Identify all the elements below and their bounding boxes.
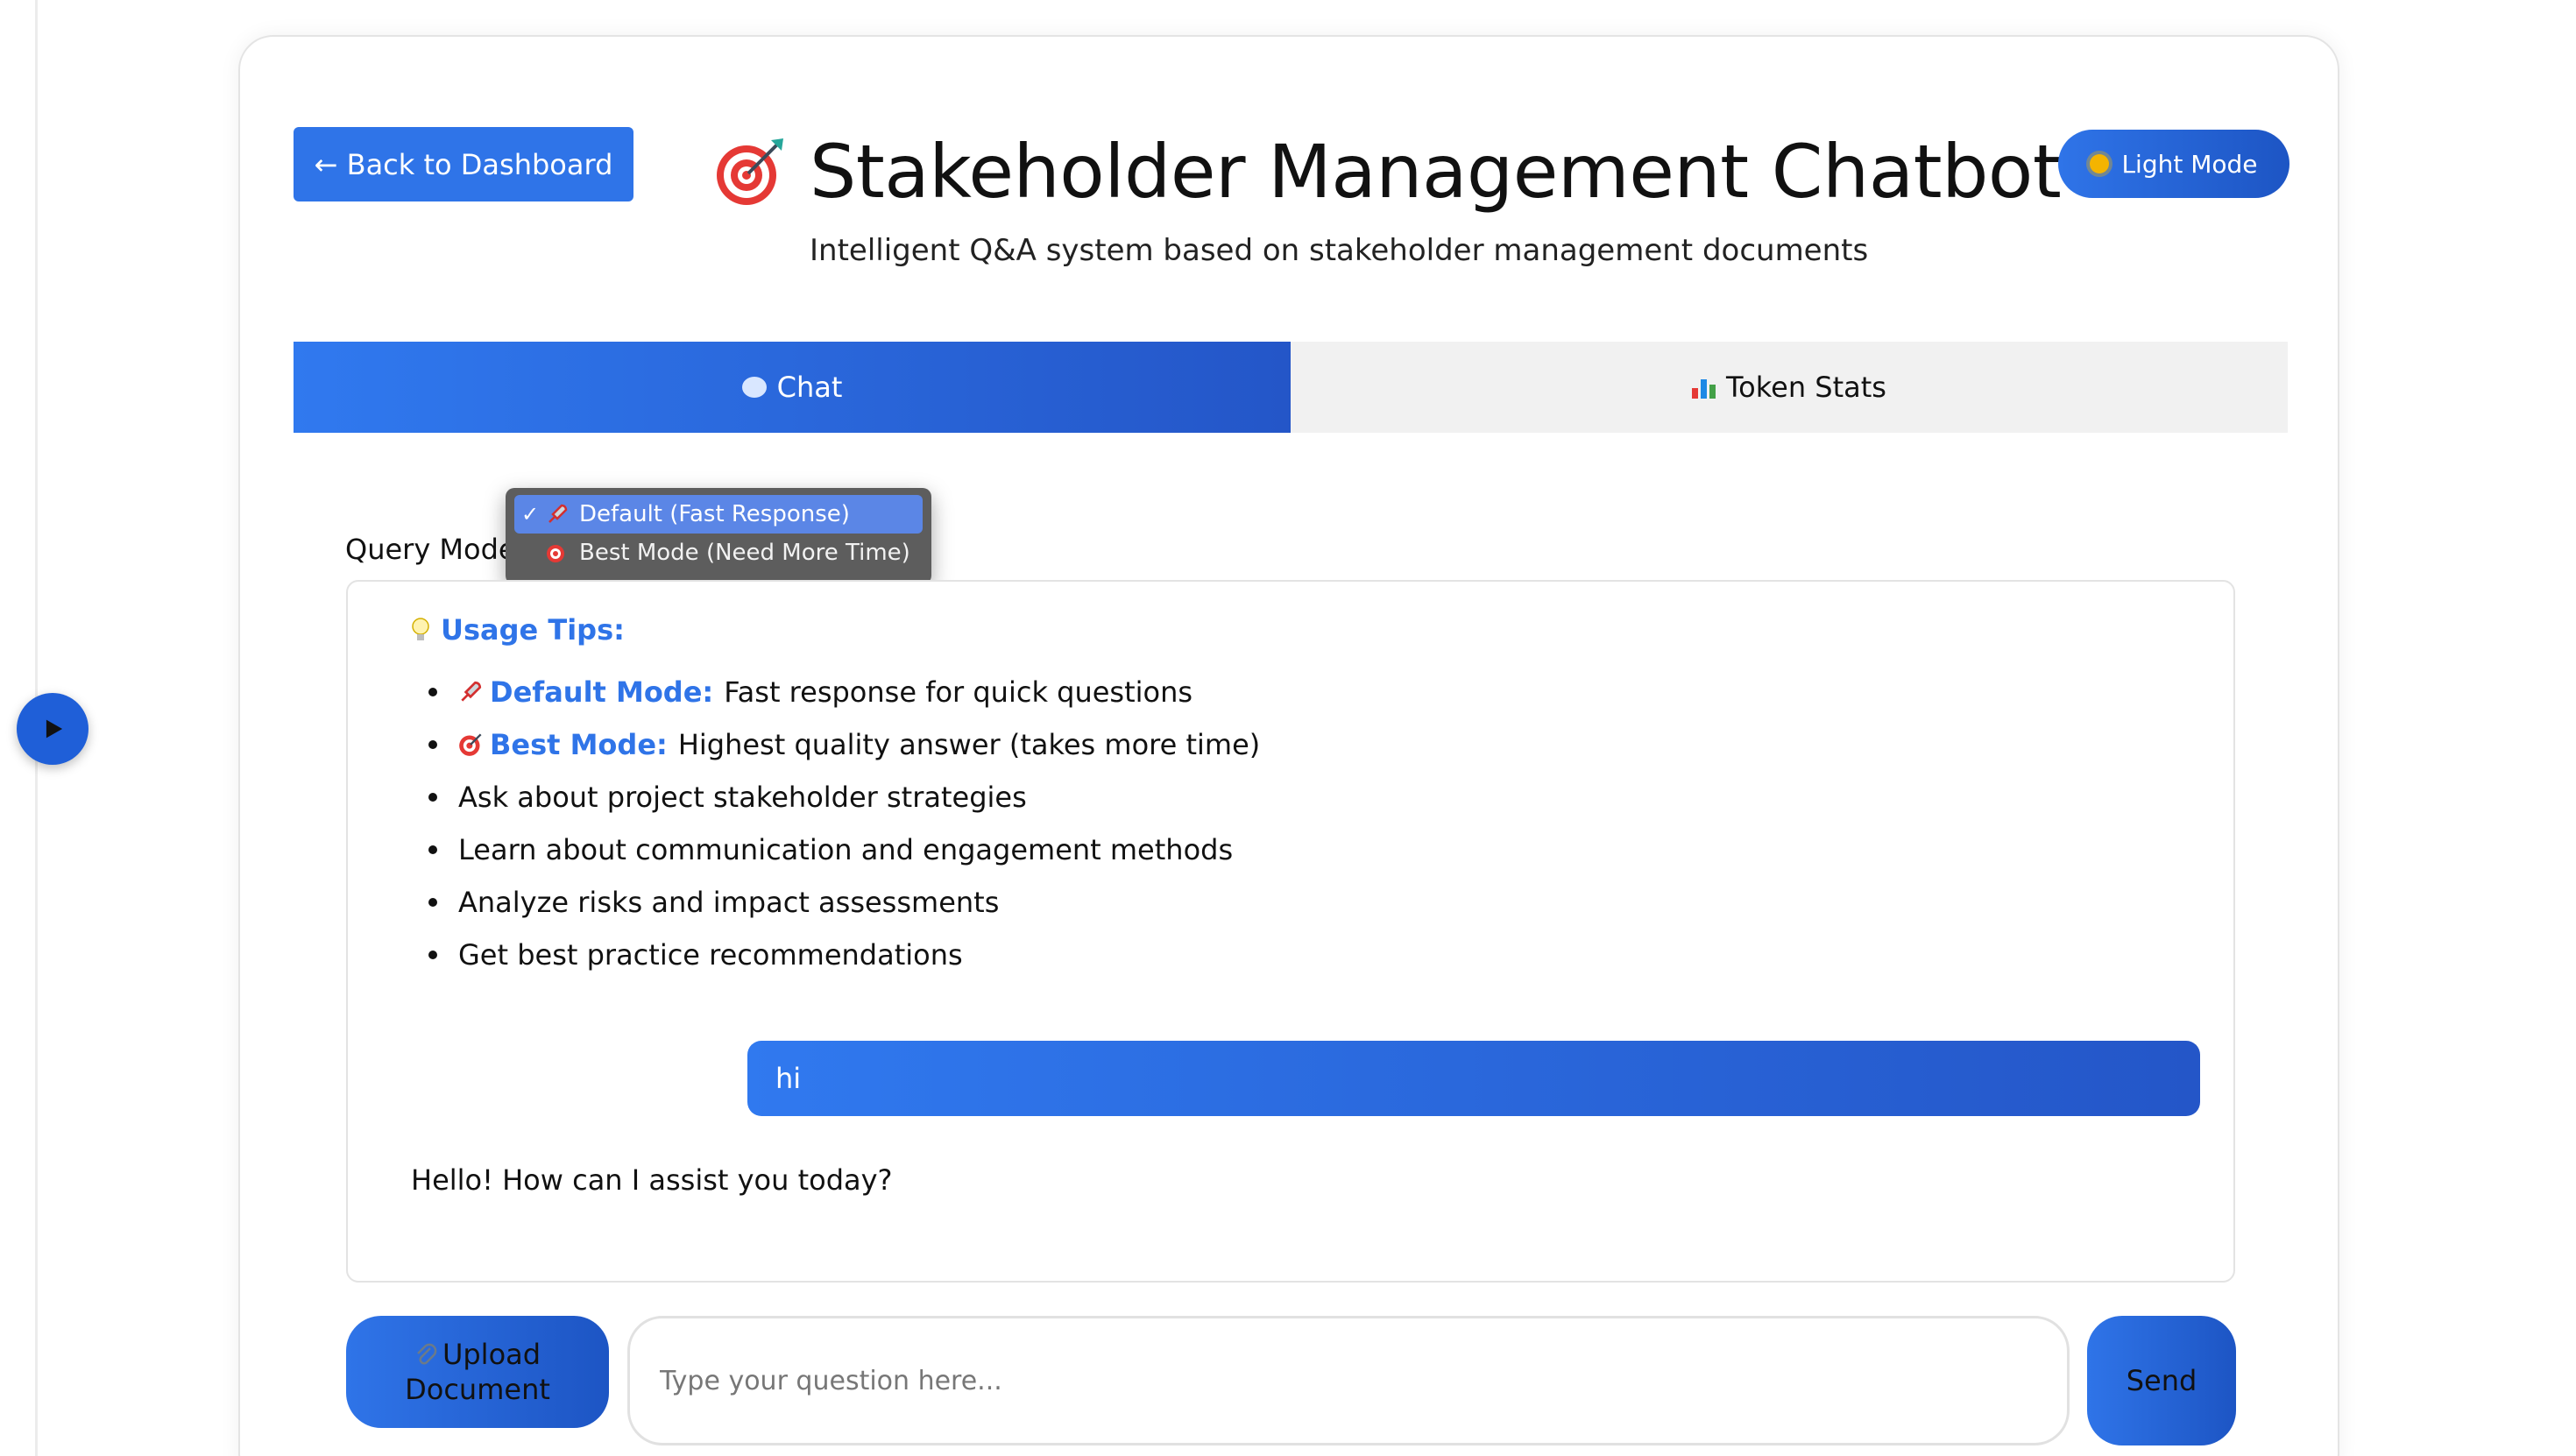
question-input[interactable] xyxy=(627,1316,2070,1445)
theme-label: Light Mode xyxy=(2121,149,2258,179)
bot-message: Hello! How can I assist you today? xyxy=(411,1163,893,1197)
page-subtitle: Intelligent Q&A system based on stakehol… xyxy=(810,233,1869,268)
tab-token-stats-label: Token Stats xyxy=(1726,371,1886,404)
bar-chart-icon xyxy=(1692,376,1716,399)
tab-bar: Chat Token Stats xyxy=(294,342,2288,433)
query-mode-dropdown[interactable]: ✓ Default (Fast Response) Best Mode (Nee… xyxy=(506,488,931,584)
back-to-dashboard-button[interactable]: ← Back to Dashboard xyxy=(294,127,633,201)
target-icon xyxy=(717,138,783,205)
play-icon xyxy=(46,719,63,739)
sun-icon xyxy=(2090,154,2110,173)
light-mode-toggle[interactable]: Light Mode xyxy=(2058,130,2289,198)
chat-bubble-icon xyxy=(741,377,767,398)
upload-document-button[interactable]: Upload Document xyxy=(346,1316,609,1428)
query-mode-option-default[interactable]: ✓ Default (Fast Response) xyxy=(514,495,923,534)
option-label: Best Mode (Need More Time) xyxy=(579,540,910,566)
query-mode-label: Query Mode: xyxy=(345,533,526,566)
list-item: Default Mode: Fast response for quick qu… xyxy=(428,666,1260,718)
tab-token-stats[interactable]: Token Stats xyxy=(1291,342,2288,433)
user-message: hi xyxy=(747,1041,2200,1116)
chat-window: Usage Tips: Default Mode: Fast response … xyxy=(346,580,2235,1283)
list-item: Learn about communication and engagement… xyxy=(428,823,1260,876)
page-title: Stakeholder Management Chatbot xyxy=(810,129,2062,215)
list-item: Analyze risks and impact assessments xyxy=(428,876,1260,929)
checkmark-icon: ✓ xyxy=(521,502,540,527)
target-icon xyxy=(458,732,483,757)
paperclip-icon xyxy=(417,1343,437,1365)
usage-tips-list: Default Mode: Fast response for quick qu… xyxy=(428,666,1260,981)
query-mode-option-best[interactable]: Best Mode (Need More Time) xyxy=(514,534,923,572)
list-item: Ask about project stakeholder strategies xyxy=(428,771,1260,823)
main-card: ← Back to Dashboard Stakeholder Manageme… xyxy=(238,35,2339,1456)
title-row: Stakeholder Management Chatbot xyxy=(713,128,2062,216)
list-item: Get best practice recommendations xyxy=(428,929,1260,981)
list-item: Best Mode: Highest quality answer (takes… xyxy=(428,718,1260,771)
option-label: Default (Fast Response) xyxy=(579,501,850,527)
tab-chat-label: Chat xyxy=(776,371,843,404)
send-button[interactable]: Send xyxy=(2087,1316,2236,1445)
tab-chat[interactable]: Chat xyxy=(294,342,1291,433)
target-icon xyxy=(546,542,579,563)
rocket-icon xyxy=(546,503,579,526)
play-button[interactable] xyxy=(17,693,88,765)
lightbulb-icon xyxy=(412,618,429,640)
rocket-icon xyxy=(458,680,483,704)
usage-tips-title: Usage Tips: xyxy=(411,613,625,647)
